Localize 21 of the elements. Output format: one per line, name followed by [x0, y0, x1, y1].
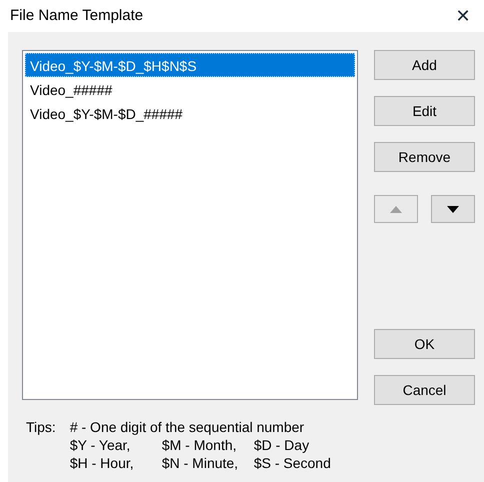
tip-text: $Y - Year, [70, 436, 132, 454]
close-button[interactable]: ✕ [448, 2, 478, 30]
tip-text: # - One digit of the sequential number [70, 418, 304, 436]
tip-text: $M - Month, [162, 436, 238, 454]
tip-text: $S - Second [254, 454, 331, 472]
up-triangle-icon [390, 206, 402, 212]
add-button[interactable]: Add [374, 50, 475, 80]
tip-text: $D - Day [254, 436, 310, 454]
move-down-button[interactable] [431, 195, 475, 223]
ok-button[interactable]: OK [374, 329, 475, 359]
tips-label: Tips: [25, 418, 56, 437]
remove-button[interactable]: Remove [374, 142, 475, 172]
window-title: File Name Template [10, 6, 144, 26]
list-item[interactable]: Video_$Y-$M-$D_##### [25, 101, 355, 125]
edit-button[interactable]: Edit [374, 96, 475, 126]
cancel-button[interactable]: Cancel [374, 375, 475, 405]
list-item[interactable]: Video_$Y-$M-$D_$H$N$S [25, 53, 355, 77]
tip-text: $H - Hour, [70, 454, 135, 472]
down-triangle-icon [447, 206, 459, 212]
tip-text: $N - Minute, [162, 454, 240, 472]
list-item[interactable]: Video_##### [25, 77, 355, 101]
